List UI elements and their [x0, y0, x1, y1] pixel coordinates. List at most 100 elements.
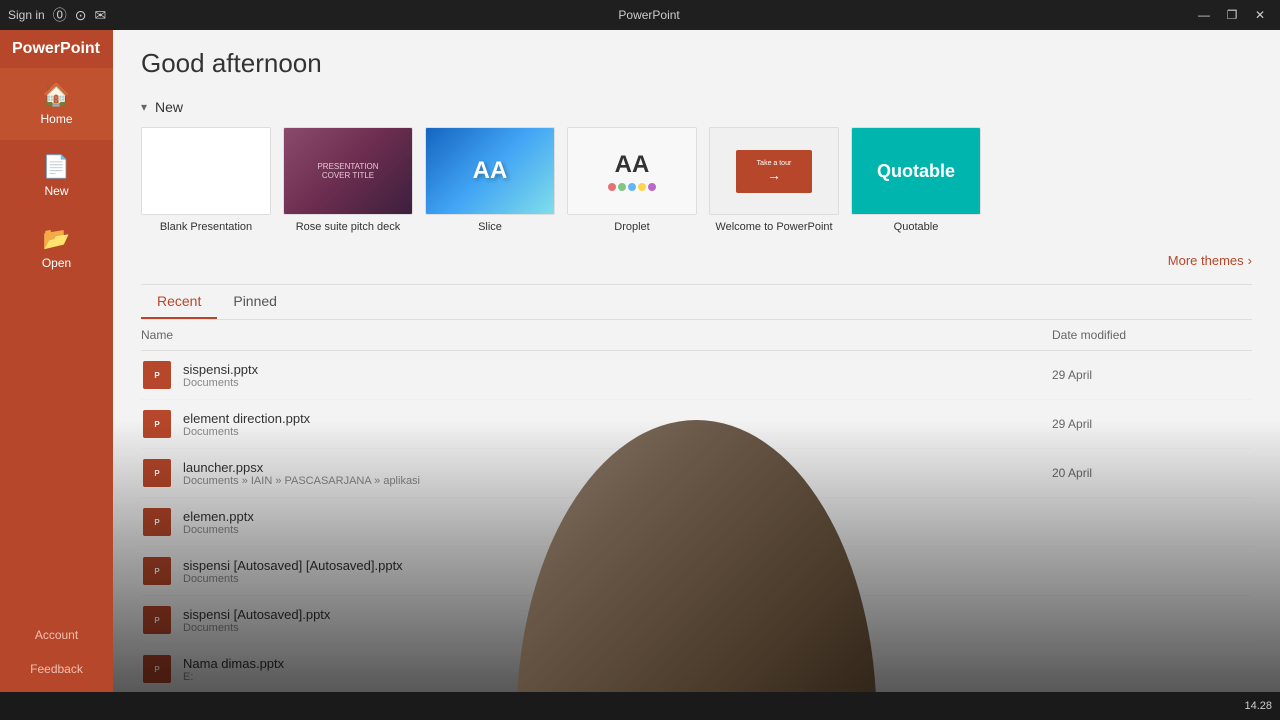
new-section-header[interactable]: ▾ New — [141, 89, 1252, 123]
welcome-text: Take a tour — [757, 160, 792, 167]
open-label: Open — [42, 256, 71, 270]
pptx-icon: P — [143, 410, 171, 438]
file-icon: P — [141, 408, 173, 440]
file-name: sispensi [Autosaved] [Autosaved].pptx — [183, 558, 1052, 573]
header: Good afternoon — [113, 30, 1280, 89]
open-icon: 📂 — [43, 226, 70, 252]
dot-1 — [608, 183, 616, 191]
file-path: Documents — [183, 573, 1052, 585]
file-row[interactable]: P element direction.pptx Documents 29 Ap… — [141, 400, 1252, 449]
file-name: Nama dimas.pptx — [183, 656, 1052, 671]
file-path: Documents — [183, 377, 1052, 389]
file-icon: P — [141, 457, 173, 489]
file-date: 29 April — [1052, 368, 1252, 382]
file-row[interactable]: P sispensi [Autosaved].pptx Documents — [141, 596, 1252, 645]
welcome-red-block: Take a tour → — [736, 150, 813, 193]
file-row[interactable]: P launcher.ppsx Documents » IAIN » PASCA… — [141, 449, 1252, 498]
file-icon: P — [141, 653, 173, 685]
file-icon: P — [141, 506, 173, 538]
template-droplet-thumb: AA — [567, 127, 697, 215]
pptx-icon: P — [143, 655, 171, 683]
new-label: New — [44, 184, 68, 198]
file-info: Nama dimas.pptx E: — [183, 656, 1052, 683]
taskbar-items: 14.28 — [1244, 700, 1272, 712]
template-blank-label: Blank Presentation — [160, 221, 252, 233]
template-quotable-thumb: Quotable — [851, 127, 981, 215]
share-icon[interactable]: ⊙ — [75, 7, 87, 24]
app-title: PowerPoint — [106, 8, 1192, 22]
app-container: PowerPoint 🏠 Home 📄 New 📂 Open Account F… — [0, 0, 1280, 720]
file-row[interactable]: P elemen.pptx Documents — [141, 498, 1252, 547]
template-blank[interactable]: Blank Presentation — [141, 127, 271, 233]
slice-preview: AA — [426, 128, 554, 214]
sidebar-item-new[interactable]: 📄 New — [0, 140, 113, 212]
pptx-icon: P — [143, 606, 171, 634]
quotable-preview: Quotable — [852, 128, 980, 214]
file-path: Documents — [183, 622, 1052, 634]
comment-icon[interactable]: ✉ — [94, 7, 106, 24]
dot-3 — [628, 183, 636, 191]
file-info: element direction.pptx Documents — [183, 411, 1052, 438]
file-info: sispensi [Autosaved] [Autosaved].pptx Do… — [183, 558, 1052, 585]
template-slice-thumb: AA — [425, 127, 555, 215]
quotable-text: Quotable — [877, 161, 955, 182]
new-icon: 📄 — [43, 154, 70, 180]
template-welcome-thumb: Take a tour → — [709, 127, 839, 215]
sidebar-item-account[interactable]: Account — [0, 618, 113, 652]
file-path: E: — [183, 671, 1052, 683]
pptx-icon: P — [143, 508, 171, 536]
file-name: element direction.pptx — [183, 411, 1052, 426]
file-list: P sispensi.pptx Documents 29 April P ele… — [141, 351, 1252, 720]
file-name: launcher.ppsx — [183, 460, 1052, 475]
sidebar-nav: 🏠 Home 📄 New 📂 Open — [0, 68, 113, 618]
col-name: Name — [141, 328, 1052, 342]
welcome-preview: Take a tour → — [710, 128, 838, 214]
new-section-label: New — [155, 99, 183, 115]
file-info: launcher.ppsx Documents » IAIN » PASCASA… — [183, 460, 1052, 487]
sign-in-button[interactable]: Sign in — [8, 8, 45, 22]
file-info: sispensi.pptx Documents — [183, 362, 1052, 389]
more-themes-link[interactable]: More themes › — [141, 249, 1252, 284]
template-quotable[interactable]: Quotable Quotable — [851, 127, 981, 233]
slice-aa: AA — [473, 157, 508, 185]
file-path: Documents » IAIN » PASCASARJANA » aplika… — [183, 475, 1052, 487]
file-date: 20 April — [1052, 466, 1252, 480]
dot-2 — [618, 183, 626, 191]
file-row[interactable]: P sispensi [Autosaved] [Autosaved].pptx … — [141, 547, 1252, 596]
rose-preview-text: PRESENTATIONCOVER TITLE — [313, 158, 382, 184]
minimize-button[interactable]: — — [1192, 3, 1216, 27]
droplet-aa: AA — [615, 151, 650, 179]
main-content: Good afternoon ▾ New Blank Presentation — [113, 30, 1280, 720]
sidebar-logo[interactable]: PowerPoint — [0, 30, 113, 68]
file-date: 29 April — [1052, 417, 1252, 431]
sidebar-item-home[interactable]: 🏠 Home — [0, 68, 113, 140]
template-droplet[interactable]: AA Droplet — [567, 127, 697, 233]
template-slice[interactable]: AA Slice — [425, 127, 555, 233]
close-button[interactable]: ✕ — [1248, 3, 1272, 27]
help-icon[interactable]: ⓪ — [53, 5, 67, 25]
taskbar-time: 14.28 — [1244, 700, 1272, 712]
file-row[interactable]: P Nama dimas.pptx E: — [141, 645, 1252, 694]
file-tabs: Recent Pinned — [141, 285, 1252, 320]
arrow-right-icon: › — [1248, 253, 1252, 268]
file-row[interactable]: P sispensi.pptx Documents 29 April — [141, 351, 1252, 400]
col-date-modified: Date modified — [1052, 328, 1252, 342]
file-name: elemen.pptx — [183, 509, 1052, 524]
template-rose[interactable]: PRESENTATIONCOVER TITLE Rose suite pitch… — [283, 127, 413, 233]
template-quotable-label: Quotable — [894, 221, 939, 233]
tab-pinned[interactable]: Pinned — [217, 285, 293, 319]
template-blank-thumb — [141, 127, 271, 215]
maximize-button[interactable]: ❐ — [1220, 3, 1244, 27]
template-rose-label: Rose suite pitch deck — [296, 221, 401, 233]
taskbar: 14.28 — [0, 692, 1280, 720]
file-info: sispensi [Autosaved].pptx Documents — [183, 607, 1052, 634]
sidebar-item-feedback[interactable]: Feedback — [0, 652, 113, 686]
template-welcome[interactable]: Take a tour → Welcome to PowerPoint — [709, 127, 839, 233]
droplet-preview: AA — [568, 128, 696, 214]
file-icon: P — [141, 555, 173, 587]
tab-recent[interactable]: Recent — [141, 285, 217, 319]
file-path: Documents — [183, 524, 1052, 536]
page-title: Good afternoon — [141, 48, 322, 78]
droplet-dots — [608, 183, 656, 191]
sidebar-item-open[interactable]: 📂 Open — [0, 212, 113, 284]
